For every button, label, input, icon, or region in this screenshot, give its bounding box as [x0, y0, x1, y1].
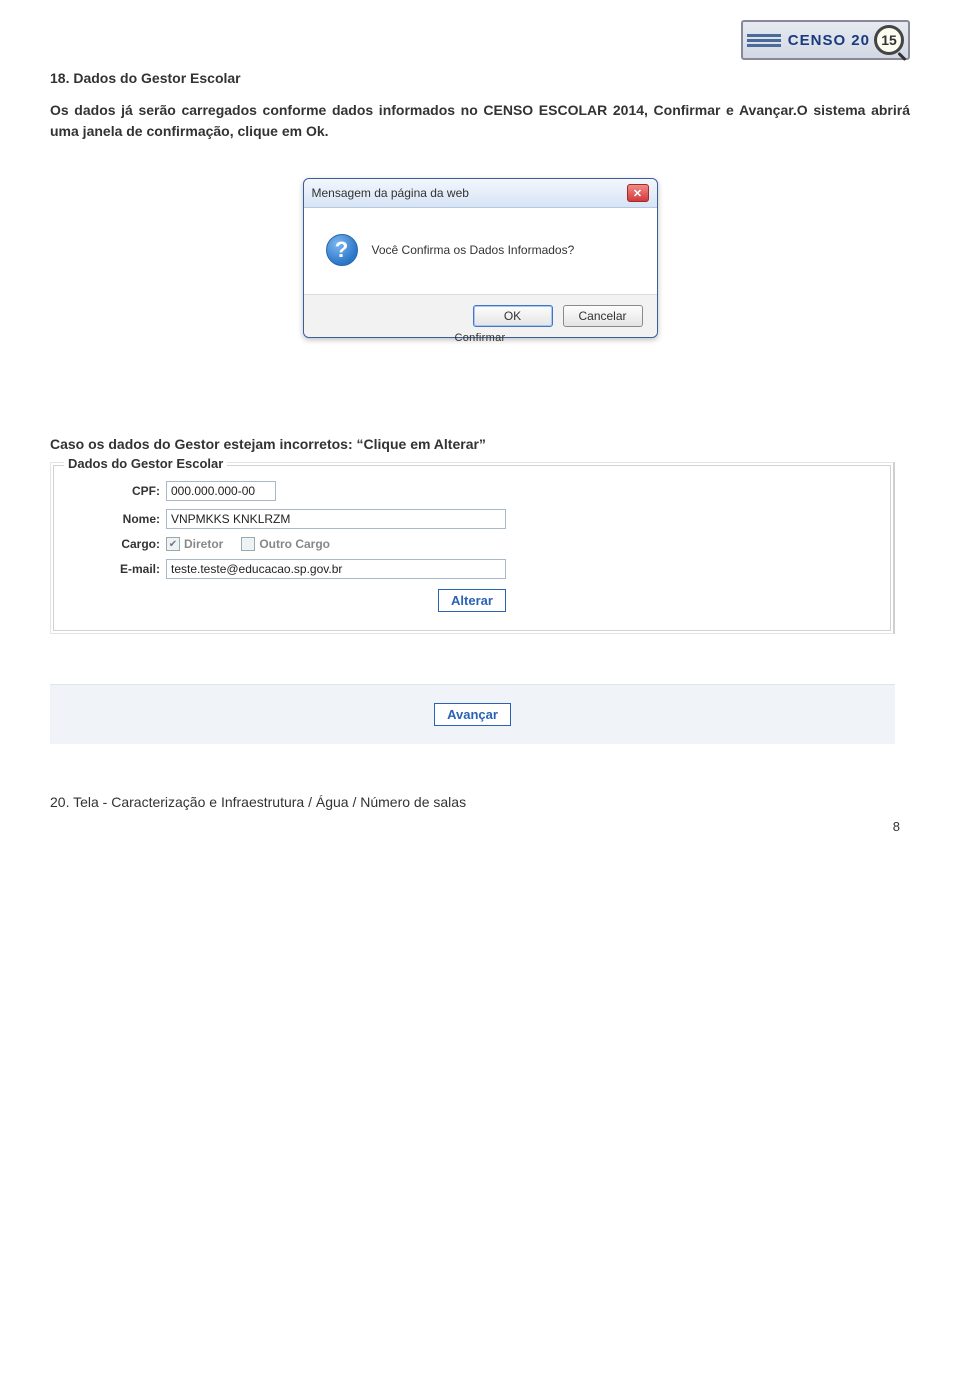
intro-paragraph: Os dados já serão carregados conforme da… — [50, 100, 910, 142]
email-label: E-mail: — [70, 562, 160, 576]
email-input[interactable] — [166, 559, 506, 579]
question-icon: ? — [326, 234, 358, 266]
nome-input[interactable] — [166, 509, 506, 529]
page-header: CENSO 20 15 — [50, 20, 910, 60]
cargo-label: Cargo: — [70, 537, 160, 551]
alterar-button[interactable]: Alterar — [438, 589, 506, 612]
row-email: E-mail: — [70, 559, 874, 579]
section-heading: 18. Dados do Gestor Escolar — [50, 70, 910, 86]
next-screen-line: 20. Tela - Caracterização e Infraestrutu… — [50, 794, 910, 810]
cargo-outro-label: Outro Cargo — [259, 537, 330, 551]
dialog-body: ? Você Confirma os Dados Informados? — [304, 208, 657, 294]
logo-text: CENSO 20 — [788, 32, 870, 49]
row-nome: Nome: — [70, 509, 874, 529]
alt-instruction: Caso os dados do Gestor estejam incorret… — [50, 436, 910, 452]
ok-button[interactable]: OK — [473, 305, 553, 327]
row-cargo: Cargo: ✔ Diretor Outro Cargo — [70, 537, 874, 551]
cpf-label: CPF: — [70, 484, 160, 498]
cargo-outro-checkbox[interactable]: Outro Cargo — [241, 537, 330, 551]
logo-bars-icon — [747, 34, 781, 47]
avancar-button[interactable]: Avançar — [434, 703, 511, 726]
cropped-confirm-button: Confirmar — [303, 332, 658, 344]
logo-magnifier-icon: 15 — [874, 25, 904, 55]
censo-logo: CENSO 20 15 — [741, 20, 910, 60]
confirm-dialog: Mensagem da página da web ✕ ? Você Confi… — [303, 178, 658, 338]
dialog-title-text: Mensagem da página da web — [312, 186, 469, 200]
checkbox-checked-icon: ✔ — [166, 537, 180, 551]
nome-label: Nome: — [70, 512, 160, 526]
dialog-titlebar: Mensagem da página da web ✕ — [304, 179, 657, 208]
close-icon[interactable]: ✕ — [627, 184, 649, 202]
alterar-row: Alterar — [70, 589, 874, 612]
checkbox-empty-icon — [241, 537, 255, 551]
cpf-input[interactable] — [166, 481, 276, 501]
dialog-message: Você Confirma os Dados Informados? — [372, 243, 575, 257]
gestor-panel: Dados do Gestor Escolar CPF: Nome: Cargo… — [50, 462, 895, 634]
row-cpf: CPF: — [70, 481, 874, 501]
cargo-diretor-checkbox[interactable]: ✔ Diretor — [166, 537, 223, 551]
avancar-area: Avançar — [50, 684, 910, 744]
cancel-button[interactable]: Cancelar — [563, 305, 643, 327]
dialog-button-row: OK Cancelar — [304, 294, 657, 337]
dialog-wrap: Mensagem da página da web ✕ ? Você Confi… — [50, 178, 910, 346]
gestor-fieldset: Dados do Gestor Escolar CPF: Nome: Cargo… — [53, 465, 891, 631]
cargo-diretor-label: Diretor — [184, 537, 223, 551]
logo-year-highlight: 15 — [881, 32, 897, 48]
fieldset-legend: Dados do Gestor Escolar — [64, 456, 227, 471]
page-number: 8 — [893, 819, 900, 834]
